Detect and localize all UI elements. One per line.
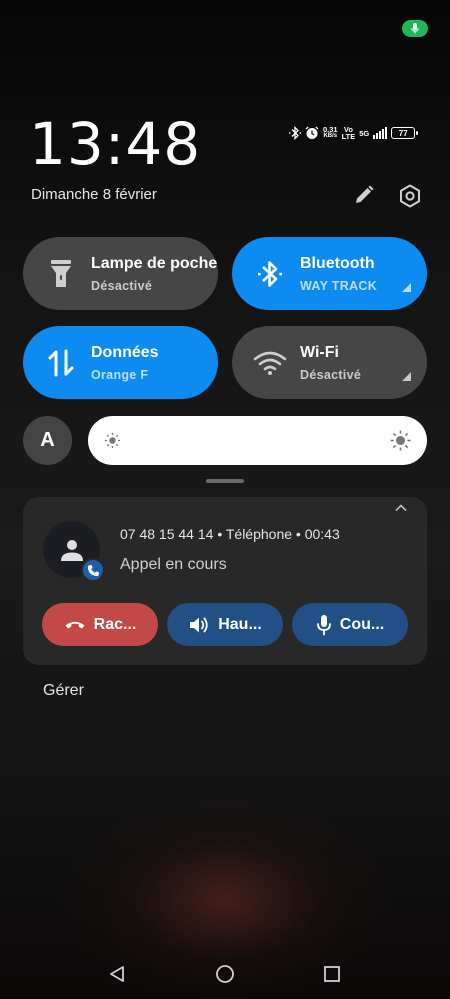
tile-mobile-data[interactable]: Données Orange F [23,326,218,399]
status-bar: 0.31 KB/s Vo LTE 5G 77 [289,124,419,142]
speaker-button[interactable]: Hau... [167,603,283,646]
net-speed-value: 0.31 [323,125,338,134]
back-button[interactable] [108,965,126,983]
mic-icon [411,23,419,34]
net-speed: 0.31 KB/s [323,126,338,140]
gear-icon [400,184,420,208]
tile-wifi[interactable]: Wi-Fi Désactivé [232,326,427,399]
brightness-slider[interactable] [88,416,427,465]
bluetooth-icon [250,254,290,294]
brightness-low-icon [105,433,120,448]
alarm-icon [305,126,319,139]
call-app-name: Téléphone [225,526,293,542]
brightness-high-icon [390,430,411,451]
edit-button[interactable] [352,183,376,207]
recents-button[interactable] [323,965,341,983]
home-button[interactable] [215,964,235,984]
volte-indicator: Vo LTE [341,126,356,141]
auto-brightness-button[interactable]: A [23,416,72,465]
manage-notifications-link[interactable]: Gérer [43,682,84,700]
clock-date[interactable]: Dimanche 8 février [31,186,157,203]
hangup-icon [65,621,85,628]
caller-number: 07 48 15 44 14 [120,526,214,542]
speaker-icon [190,617,208,632]
hangup-label: Rac... [93,615,137,633]
tile-data-status: Orange F [91,367,149,382]
tile-wifi-label: Wi-Fi [300,343,339,361]
call-status: Appel en cours [120,556,227,573]
tile-wifi-status: Désactivé [300,367,362,382]
tile-bluetooth[interactable]: Bluetooth WAY TRACK [232,237,427,310]
separator: • [217,526,223,542]
battery-icon: 77 [391,127,419,139]
chevron-up-icon[interactable] [393,501,409,513]
tile-bluetooth-status: WAY TRACK [300,278,378,293]
speaker-label: Hau... [218,615,262,633]
tile-data-label: Données [91,343,159,361]
net-speed-unit: KB/s [323,133,338,139]
mute-button[interactable]: Cou... [292,603,408,646]
home-icon [216,965,234,983]
battery-level: 77 [398,128,408,138]
signal-icon [373,127,388,139]
wifi-expand-icon[interactable] [402,372,411,381]
bluetooth-expand-icon[interactable] [402,283,411,292]
call-duration: 00:43 [304,526,340,542]
mute-label: Cou... [339,615,385,633]
back-icon [110,966,124,982]
tile-bluetooth-label: Bluetooth [300,254,375,272]
separator: • [295,526,301,542]
volte-bottom: LTE [341,132,356,141]
tile-flashlight[interactable]: Lampe de poche Désactivé [23,237,218,310]
phone-badge [81,558,105,582]
phone-icon [87,564,99,576]
hangup-button[interactable]: Rac... [42,603,158,646]
clock-time[interactable]: 13:48 [29,110,201,178]
mobile-data-icon [41,343,81,383]
tile-flashlight-label: Lampe de poche [91,254,218,272]
panel-drag-handle[interactable] [206,479,244,483]
recents-icon [324,966,340,982]
tile-flashlight-status: Désactivé [91,278,153,293]
call-info: 07 48 15 44 14 • Téléphone • 00:43 [120,526,340,542]
network-type: 5G [359,128,370,138]
bluetooth-status-icon [289,126,301,140]
pencil-icon [356,185,374,203]
person-icon [60,539,83,561]
mic-icon [316,614,331,635]
mic-indicator [402,20,428,37]
settings-button[interactable] [397,183,423,209]
network-label: 5G [359,128,370,138]
wifi-icon [250,343,290,383]
flashlight-icon [41,254,81,294]
